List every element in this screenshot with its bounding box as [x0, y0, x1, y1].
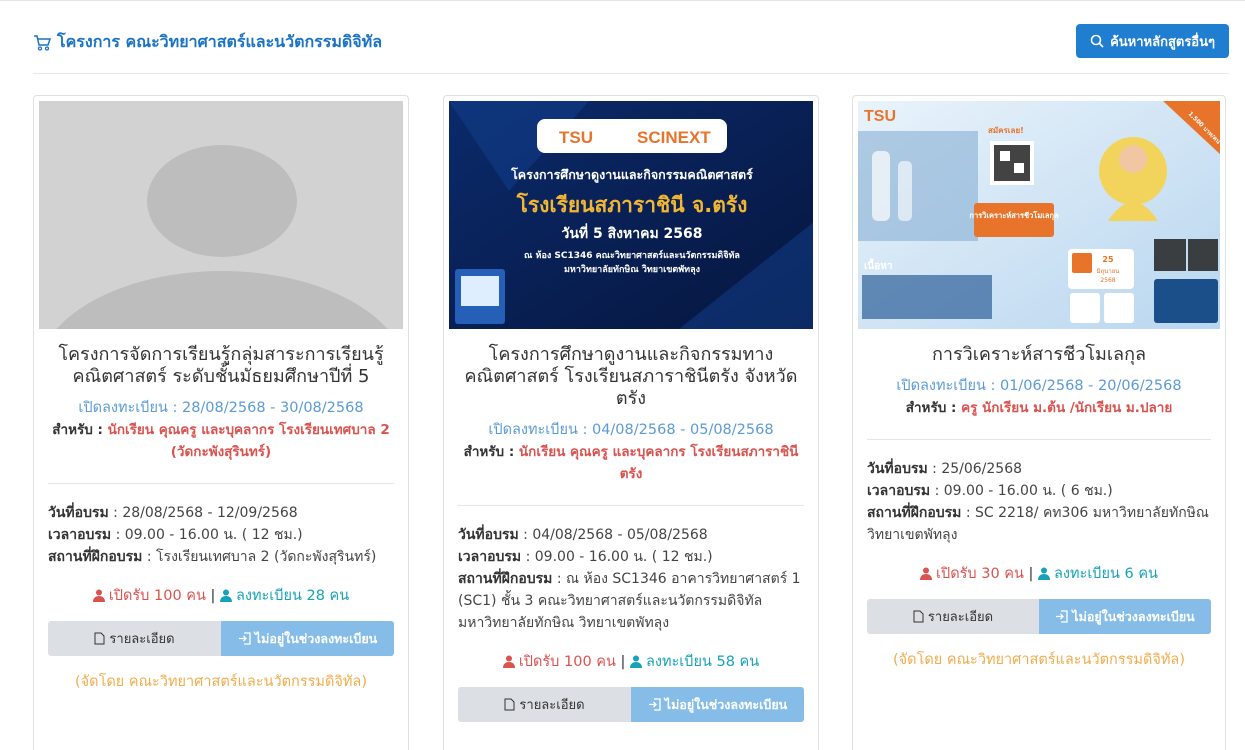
- cart-icon: [34, 34, 51, 51]
- page-title-text: โครงการ คณะวิทยาศาสตร์และนวัตกรรมดิจิทัล: [57, 32, 383, 51]
- target-audience: สำหรับ : ครู นักเรียน ม.ต้น /นักเรียน ม.…: [905, 400, 1173, 416]
- user-icon: [630, 655, 642, 668]
- user-icon: [92, 589, 105, 602]
- document-icon: [913, 610, 924, 623]
- course-card-1: โครงการจัดการเรียนรู้กลุ่มสาระการเรียนรู…: [33, 95, 409, 750]
- details-button[interactable]: รายละเอียด: [867, 599, 1039, 634]
- card-actions: รายละเอียด ไม่อยู่ในช่วงลงทะเบียน: [867, 599, 1211, 634]
- poster-line-5: มหาวิทยาลัยทักษิณ วิทยาเขตพัทลุง: [564, 264, 700, 275]
- sign-in-icon: [648, 698, 661, 711]
- poster-line-2: โรงเรียนสภาราชินี จ.ตรัง: [516, 192, 748, 217]
- course-title[interactable]: การวิเคราะห์สารชีวโมเลกุล: [867, 344, 1211, 366]
- training-details: วันที่อบรม : 04/08/2568 - 05/08/2568 เวล…: [458, 527, 801, 631]
- card-actions: รายละเอียด ไม่อยู่ในช่วงลงทะเบียน: [458, 687, 804, 722]
- document-icon: [94, 632, 105, 645]
- search-icon: [1090, 34, 1104, 48]
- course-poster-image[interactable]: TSU สมัครเลย! การวิเคราะห์สารชีวโมเลกุล …: [858, 101, 1220, 329]
- divider: [48, 483, 394, 484]
- document-icon: [504, 698, 515, 711]
- training-details: วันที่อบรม : 25/06/2568 เวลาอบรม : 09.00…: [867, 461, 1209, 543]
- quota-info: เปิดรับ 100 คน | ลงทะเบียน 28 คน: [48, 584, 394, 607]
- poster3-brand: TSU: [864, 108, 896, 125]
- sign-in-icon: [238, 632, 251, 645]
- poster3-date-day: 25: [1102, 255, 1114, 264]
- course-poster-image[interactable]: TSU SCINEXT โครงการศึกษาดูงานและกิจกรรมค…: [449, 101, 813, 329]
- registration-period: เปิดลงทะเบียน : 01/06/2568 - 20/06/2568: [896, 378, 1182, 394]
- training-details: วันที่อบรม : 28/08/2568 - 12/09/2568 เวล…: [48, 505, 377, 565]
- poster-brand-left: TSU: [559, 128, 593, 147]
- poster-line-4: ณ ห้อง SC1346 คณะวิทยาศาสตร์และนวัตกรรมด…: [524, 249, 740, 261]
- poster3-tag: สมัครเลย!: [988, 126, 1024, 135]
- divider: [867, 439, 1211, 440]
- user-icon: [502, 655, 515, 668]
- user-icon: [220, 589, 232, 602]
- poster3-badge: การวิเคราะห์สารชีวโมเลกุล: [969, 210, 1059, 220]
- registration-period: เปิดลงทะเบียน : 04/08/2568 - 05/08/2568: [488, 422, 774, 438]
- register-button[interactable]: ไม่อยู่ในช่วงลงทะเบียน: [221, 621, 394, 656]
- page-title: โครงการ คณะวิทยาศาสตร์และนวัตกรรมดิจิทัล: [33, 30, 382, 55]
- poster3-date-month: มิถุนายน: [1097, 268, 1120, 275]
- divider: [458, 505, 804, 506]
- details-button[interactable]: รายละเอียด: [458, 687, 631, 722]
- details-button[interactable]: รายละเอียด: [48, 621, 221, 656]
- page-header: โครงการ คณะวิทยาศาสตร์และนวัตกรรมดิจิทัล…: [33, 22, 1229, 74]
- poster-brand-right: SCINEXT: [637, 128, 711, 147]
- course-title[interactable]: โครงการจัดการเรียนรู้กลุ่มสาระการเรียนรู…: [48, 344, 394, 388]
- quota-info: เปิดรับ 30 คน | ลงทะเบียน 6 คน: [867, 562, 1211, 585]
- register-button[interactable]: ไม่อยู่ในช่วงลงทะเบียน: [631, 687, 804, 722]
- quota-info: เปิดรับ 100 คน | ลงทะเบียน 58 คน: [458, 650, 804, 673]
- card-actions: รายละเอียด ไม่อยู่ในช่วงลงทะเบียน: [48, 621, 394, 656]
- poster-line-3: วันที่ 5 สิงหาคม 2568: [561, 223, 702, 242]
- course-image-placeholder[interactable]: [39, 101, 403, 329]
- user-icon: [920, 567, 933, 580]
- register-button[interactable]: ไม่อยู่ในช่วงลงทะเบียน: [1039, 599, 1211, 634]
- user-icon: [1038, 567, 1051, 580]
- poster3-content-label: เนื้อหา: [864, 258, 892, 272]
- poster3-date-year: 2568: [1100, 277, 1115, 284]
- search-courses-button[interactable]: ค้นหาหลักสูตรอื่นๆ: [1076, 24, 1229, 58]
- sign-in-icon: [1056, 610, 1068, 623]
- course-card-2: TSU SCINEXT โครงการศึกษาดูงานและกิจกรรมค…: [443, 95, 819, 750]
- course-card-3: TSU สมัครเลย! การวิเคราะห์สารชีวโมเลกุล …: [852, 95, 1226, 750]
- target-audience: สำหรับ : นักเรียน คุณครู และบุคลากร โรงเ…: [463, 444, 799, 482]
- search-courses-label: ค้นหาหลักสูตรอื่นๆ: [1110, 34, 1215, 50]
- course-title[interactable]: โครงการศึกษาดูงานและกิจกรรมทางคณิตศาสตร์…: [458, 344, 804, 410]
- poster-line-1: โครงการศึกษาดูงานและกิจกรรมคณิตศาสตร์: [510, 167, 753, 183]
- top-border: [0, 0, 1245, 6]
- target-audience: สำหรับ : นักเรียน คุณครู และบุคลากร โรงเ…: [52, 422, 390, 460]
- organizer: (จัดโดย คณะวิทยาศาสตร์และนวัตกรรมดิจิทัล…: [893, 652, 1185, 668]
- registration-period: เปิดลงทะเบียน : 28/08/2568 - 30/08/2568: [78, 400, 364, 416]
- organizer: (จัดโดย คณะวิทยาศาสตร์และนวัตกรรมดิจิทัล…: [75, 674, 367, 690]
